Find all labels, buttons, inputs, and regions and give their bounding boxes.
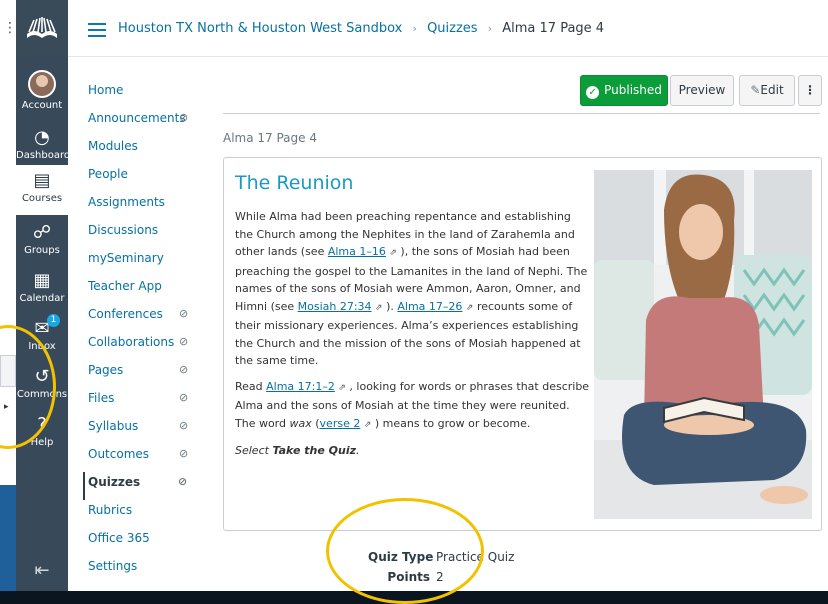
course-nav-people[interactable]: People [88,164,206,192]
calendar-icon: ▦ [33,270,51,291]
chevron-right-icon: › [412,22,417,35]
background-strip [0,485,16,591]
logo [16,0,68,55]
course-nav-assignments[interactable]: Assignments [88,192,206,220]
divider [223,113,820,114]
quiz-type-row: Quiz Type Practice Quiz [368,550,515,564]
help-icon: ? [37,414,47,435]
courses-icon: ▤ [33,170,51,191]
course-nav-discussions[interactable]: Discussions [88,220,206,248]
breadcrumb-course[interactable]: Houston TX North & Houston West Sandbox [118,21,402,36]
quiz-type-value: Practice Quiz [436,550,515,564]
global-nav-account[interactable]: Account [16,70,68,111]
points-value: 2 [436,570,444,584]
link-alma-17-26[interactable]: Alma 17–26 [397,300,462,313]
hidden-eye-icon: ⊘ [178,475,188,488]
global-nav-calendar[interactable]: ▦ Calendar [16,270,68,304]
groups-icon: ☍ [32,222,52,243]
global-nav-commons[interactable]: ↺ Commons [16,366,68,400]
global-nav-inbox[interactable]: ✉ 1 Inbox [16,314,68,352]
more-vertical-icon: ⋮ [3,20,17,36]
course-nav-files[interactable]: Files ⊘ [88,388,206,416]
external-link-icon: ⇗ [389,248,397,258]
page-header: Houston TX North & Houston West Sandbox … [68,6,828,57]
more-options-button[interactable]: ⋮ [798,75,822,106]
global-nav: Account ◔ Dashboard ▤ Courses ☍ Groups ▦… [16,0,70,591]
account-avatar [28,70,56,98]
hidden-eye-icon: ⊘ [179,111,189,124]
global-nav-groups[interactable]: ☍ Groups [16,222,68,256]
hamburger-menu-icon[interactable] [88,23,106,37]
link-alma-17-1-2[interactable]: Alma 17:1–2 [266,380,335,393]
book-logo-icon [27,16,57,38]
background-window: ⋮ ▸ [0,0,17,500]
course-nav-collaborations[interactable]: Collaborations ⊘ [88,332,206,360]
background-field [0,355,16,387]
pencil-icon: ✎ [750,83,761,97]
link-mosiah-27-34[interactable]: Mosiah 27:34 [298,300,372,313]
hidden-eye-icon: ⊘ [179,391,189,404]
course-nav-teacher-app[interactable]: Teacher App [88,276,206,304]
edit-button[interactable]: ✎Edit [739,75,795,106]
girl-reading-illustration [594,170,812,519]
quiz-description-card: The Reunion While Alma had been preachin… [223,157,822,531]
main-area: Houston TX North & Houston West Sandbox … [68,0,828,591]
breadcrumb-quizzes[interactable]: Quizzes [427,21,478,36]
hidden-eye-icon: ⊘ [179,447,189,460]
global-nav-help[interactable]: ? Help [16,414,68,448]
global-nav-dashboard[interactable]: ◔ Dashboard [16,127,70,161]
chevron-right-icon: › [487,22,493,35]
course-nav-outcomes[interactable]: Outcomes ⊘ [88,444,206,472]
paragraph-1: While Alma had been preaching repentance… [235,210,588,367]
course-nav-myseminary[interactable]: mySeminary [88,248,206,276]
external-link-icon: ⇗ [338,382,346,393]
more-vertical-icon: ⋮ [804,83,816,97]
commons-icon: ↺ [34,366,50,387]
breadcrumb: Houston TX North & Houston West Sandbox … [118,21,604,36]
published-button[interactable]: ✓ Published [580,75,668,106]
external-link-icon: ⇗ [375,302,383,313]
collapse-nav-icon[interactable]: ⇤ [16,560,68,581]
caret-right-icon: ▸ [4,402,9,412]
breadcrumb-current: Alma 17 Page 4 [502,21,605,36]
hidden-eye-icon: ⊘ [179,307,189,320]
course-nav-rubrics[interactable]: Rubrics [88,500,206,528]
course-nav-modules[interactable]: Modules [88,136,206,164]
course-nav-home[interactable]: Home [88,80,206,108]
preview-button[interactable]: Preview [670,75,734,106]
course-nav-office-365[interactable]: Office 365 [88,528,206,556]
quiz-details: Quiz Type Practice Quiz Points 2 [368,550,514,590]
inbox-badge: 1 [47,314,60,327]
hidden-eye-icon: ⊘ [179,419,189,432]
course-nav-conferences[interactable]: Conferences ⊘ [88,304,206,332]
hidden-eye-icon: ⊘ [179,335,189,348]
global-nav-courses[interactable]: ▤ Courses [16,165,68,215]
dashboard-icon: ◔ [34,127,50,148]
girl-reading-photo [594,170,812,519]
course-nav: Home Announcements ⊘ Modules People Assig… [83,80,206,584]
hidden-eye-icon: ⊘ [179,363,189,376]
content-body: While Alma had been preaching repentance… [235,208,590,468]
points-row: Points 2 [387,570,444,584]
link-verse-2[interactable]: verse 2 [320,417,361,430]
course-nav-quizzes[interactable]: Quizzes ⊘ [83,472,206,500]
course-nav-announcements[interactable]: Announcements ⊘ [88,108,206,136]
paragraph-2: Read Alma 17:1–2 ⇗ , looking for words o… [235,379,590,430]
course-nav-pages[interactable]: Pages ⊘ [88,360,206,388]
check-circle-icon: ✓ [586,86,600,99]
quiz-title: Alma 17 Page 4 [223,131,317,145]
link-alma-1-16[interactable]: Alma 1–16 [328,245,386,258]
course-nav-syllabus[interactable]: Syllabus ⊘ [88,416,206,444]
course-nav-settings[interactable]: Settings [88,556,206,584]
paragraph-3: Select Take the Quiz. [235,444,360,457]
content-heading: The Reunion [235,172,354,194]
